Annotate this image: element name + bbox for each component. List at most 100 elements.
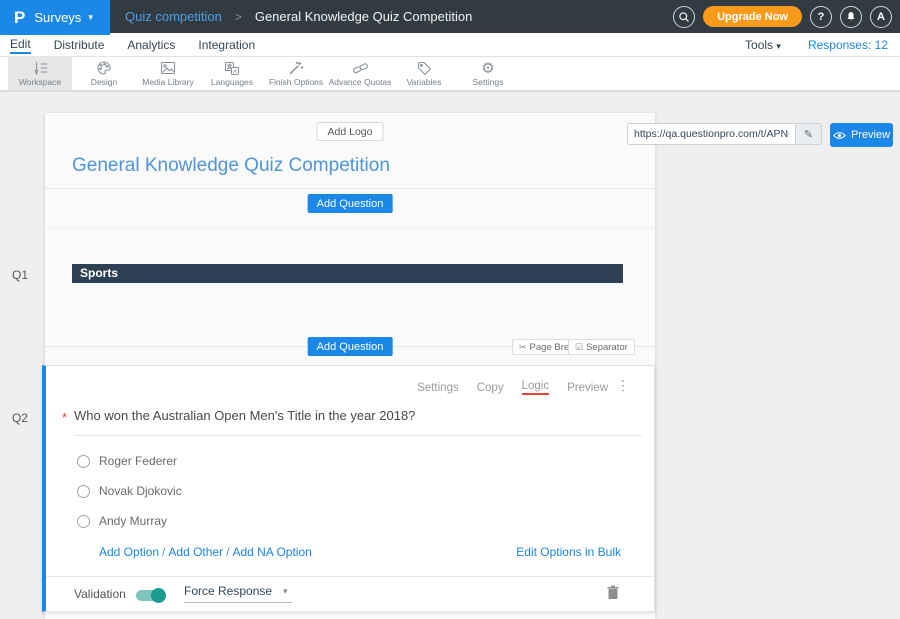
question-mark-icon: ? <box>818 11 825 23</box>
pencil-icon: ✎ <box>804 128 813 141</box>
q2-gutter-label: Q2 <box>12 411 28 425</box>
toolbar-item-finish-options[interactable]: Finish Options <box>264 57 328 90</box>
radio-icon[interactable] <box>77 485 90 498</box>
answer-option-row[interactable]: Roger Federer <box>77 454 177 468</box>
link-separator: / <box>226 545 229 559</box>
q2-question-text[interactable]: Who won the Australian Open Men's Title … <box>74 408 642 436</box>
gear-icon: ⚙ <box>481 60 494 76</box>
answer-option-label[interactable]: Novak Djokovic <box>99 484 182 498</box>
translate-icon: A <box>224 60 240 76</box>
toolbar-item-settings[interactable]: ⚙ Settings <box>456 57 520 90</box>
add-na-option-link[interactable]: Add NA Option <box>232 545 311 559</box>
tab-distribute[interactable]: Distribute <box>54 38 105 53</box>
search-icon <box>678 11 690 23</box>
palette-icon <box>96 60 112 76</box>
answer-option-label[interactable]: Roger Federer <box>99 454 177 468</box>
svg-text:A: A <box>233 69 237 75</box>
chain-link-icon <box>352 60 369 76</box>
title-divider <box>45 188 655 189</box>
workspace-pen-list-icon <box>32 60 49 76</box>
q2-action-menu: Settings Copy Logic Preview <box>417 380 608 395</box>
edit-options-in-bulk-link[interactable]: Edit Options in Bulk <box>516 545 621 559</box>
q2-question-card: Settings Copy Logic Preview ⋮ * Who won … <box>42 365 655 612</box>
add-question-button-top[interactable]: Add Question <box>308 194 393 213</box>
top-bar: Quiz competition > General Knowledge Qui… <box>0 0 900 33</box>
chevron-down-icon: ▾ <box>283 586 288 597</box>
survey-editor-app: Quiz competition > General Knowledge Qui… <box>0 0 900 619</box>
toolbar-item-advance-quotas[interactable]: Advance Quotas <box>328 57 392 90</box>
validation-label: Validation <box>74 587 126 601</box>
surveys-menu-label: Surveys <box>34 10 81 25</box>
top-bar-actions: Upgrade Now ? A <box>673 0 892 33</box>
q2-copy-link[interactable]: Copy <box>477 382 504 394</box>
editor-nav-tabs: Edit Distribute Analytics Integration <box>10 33 255 57</box>
chevron-right-icon: > <box>235 10 242 24</box>
magic-wand-icon <box>288 60 304 76</box>
required-asterisk: * <box>62 410 67 425</box>
tab-analytics[interactable]: Analytics <box>127 38 175 53</box>
q1-gutter-label: Q1 <box>12 268 28 282</box>
checkbox-icon: ☑ <box>575 342 583 353</box>
responses-count[interactable]: Responses: 12 <box>808 38 888 52</box>
radio-icon[interactable] <box>77 455 90 468</box>
chevron-down-icon: ▾ <box>776 41 781 51</box>
breadcrumb: Quiz competition > General Knowledge Qui… <box>125 0 472 33</box>
answer-option-row[interactable]: Novak Djokovic <box>77 484 182 498</box>
answer-option-row[interactable]: Andy Murray <box>77 514 167 528</box>
edit-link-button[interactable]: ✎ <box>795 124 821 144</box>
q1-section-header[interactable]: Sports <box>72 264 623 283</box>
q2-footer-divider <box>46 576 654 577</box>
toolbar-item-media-library[interactable]: Media Library <box>136 57 200 90</box>
notifications-button[interactable] <box>840 6 862 28</box>
eye-icon <box>833 131 846 140</box>
add-logo-button[interactable]: Add Logo <box>317 122 384 141</box>
editor-nav-right: Tools ▾ Responses: 12 <box>745 33 888 57</box>
add-other-link[interactable]: Add Other <box>168 545 223 559</box>
radio-icon[interactable] <box>77 515 90 528</box>
tag-icon <box>417 60 432 76</box>
toolbar-tabs: Workspace Design Media Library A Languag… <box>8 57 520 90</box>
survey-link-input[interactable] <box>628 124 795 144</box>
trash-icon <box>607 585 619 600</box>
toolbar-item-workspace[interactable]: Workspace <box>8 57 72 90</box>
chevron-down-icon: ▾ <box>88 12 93 23</box>
search-button[interactable] <box>673 6 695 28</box>
image-icon <box>160 60 176 76</box>
avatar[interactable]: A <box>870 6 892 28</box>
validation-toggle[interactable] <box>136 590 164 601</box>
separator-button[interactable]: ☑ Separator <box>568 339 635 355</box>
survey-title[interactable]: General Knowledge Quiz Competition <box>72 155 390 177</box>
add-option-link[interactable]: Add Option <box>99 545 159 559</box>
q2-preview-link[interactable]: Preview <box>567 382 608 394</box>
q2-logic-link[interactable]: Logic <box>522 380 550 395</box>
toolbar-item-languages[interactable]: A Languages <box>200 57 264 90</box>
upgrade-now-button[interactable]: Upgrade Now <box>703 6 802 27</box>
answer-option-label[interactable]: Andy Murray <box>99 514 167 528</box>
avatar-initial: A <box>877 11 885 23</box>
q2-settings-link[interactable]: Settings <box>417 382 459 394</box>
tab-integration[interactable]: Integration <box>198 38 255 53</box>
help-button[interactable]: ? <box>810 6 832 28</box>
tools-dropdown[interactable]: Tools ▾ <box>745 38 781 52</box>
link-separator: / <box>162 545 165 559</box>
preview-button[interactable]: Preview <box>830 123 893 147</box>
editor-nav: Edit Distribute Analytics Integration To… <box>0 33 900 57</box>
edit-toolbar: Workspace Design Media Library A Languag… <box>0 57 900 92</box>
add-question-button-middle[interactable]: Add Question <box>308 337 393 356</box>
section-divider <box>45 228 655 229</box>
toggle-knob <box>151 588 166 603</box>
kebab-menu-icon[interactable]: ⋮ <box>616 378 630 392</box>
bell-icon <box>845 10 857 23</box>
validation-type-dropdown[interactable]: Force Response ▾ <box>184 584 292 603</box>
toolbar-item-variables[interactable]: Variables <box>392 57 456 90</box>
scissors-icon: ✂ <box>519 342 527 353</box>
breadcrumb-current: General Knowledge Quiz Competition <box>255 9 473 24</box>
toolbar-item-design[interactable]: Design <box>72 57 136 90</box>
delete-question-button[interactable] <box>607 585 619 605</box>
breadcrumb-parent[interactable]: Quiz competition <box>125 9 222 24</box>
option-links: Add Option/Add Other/Add NA Option <box>99 545 312 559</box>
survey-link-group: ✎ <box>627 123 822 145</box>
questionpro-logo-icon: P <box>14 8 25 28</box>
surveys-menu[interactable]: P Surveys ▾ <box>0 0 110 35</box>
tab-edit[interactable]: Edit <box>10 37 31 54</box>
